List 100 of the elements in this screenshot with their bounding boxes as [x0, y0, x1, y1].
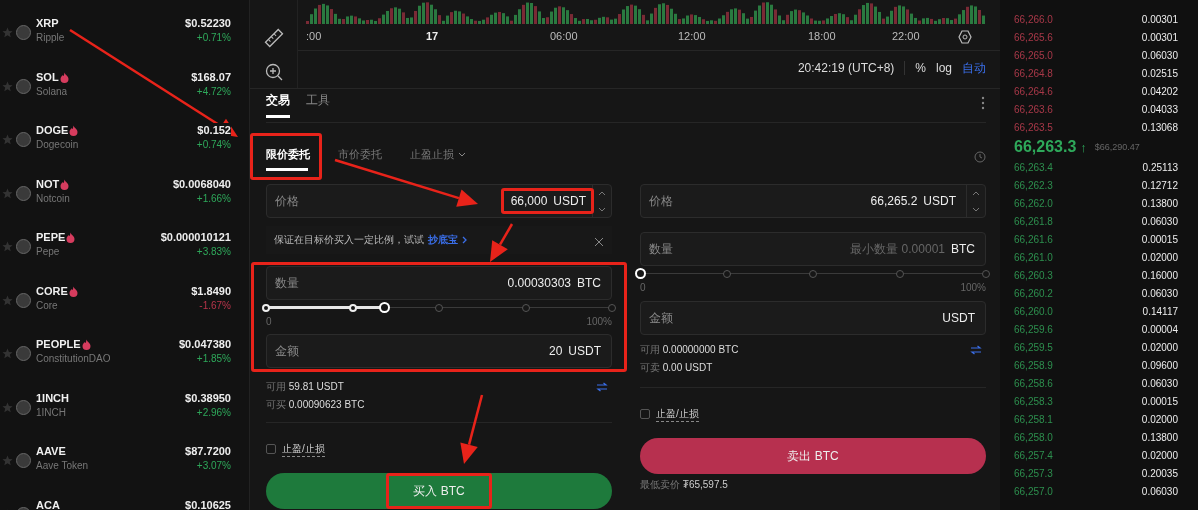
bid-price: 66,258.0 — [1014, 431, 1053, 443]
close-icon[interactable] — [594, 235, 604, 245]
ask-price: 66,265.0 — [1014, 49, 1053, 61]
coin-symbol: ACA — [36, 497, 60, 510]
quantity-input[interactable]: 最小数量 0.00001 — [815, 242, 945, 256]
ask-price: 66,266.0 — [1014, 13, 1053, 25]
checkbox[interactable] — [266, 444, 276, 454]
slider-step-dot[interactable] — [895, 270, 904, 278]
star-icon[interactable] — [2, 294, 13, 306]
price-change: +0.74% — [196, 138, 231, 152]
checkbox[interactable] — [640, 409, 650, 419]
slider-track[interactable] — [260, 302, 618, 314]
bid-price: 66,258.3 — [1014, 395, 1053, 407]
ask-price: 66,265.6 — [1014, 31, 1053, 43]
sell-button[interactable]: 卖出 BTC — [640, 438, 986, 474]
bid-price: 66,261.8 — [1014, 215, 1053, 227]
time-axis-label: 18:00 — [808, 30, 836, 42]
order-type-tab[interactable]: 限价委托 — [250, 133, 322, 180]
slider-max-label: 100% — [586, 316, 612, 328]
more-icon[interactable] — [980, 96, 986, 110]
price-change: +3.07% — [196, 459, 231, 473]
price-value: 66,265.2 — [870, 194, 918, 208]
slider-thumb[interactable] — [635, 268, 646, 279]
star-icon[interactable] — [2, 134, 13, 145]
balance-value: 0.00 USDT — [662, 361, 713, 375]
coin-icon — [16, 25, 31, 40]
coin-symbol: PEPE — [36, 230, 66, 245]
star-icon[interactable] — [2, 27, 13, 38]
zoom-in-icon[interactable] — [263, 62, 284, 82]
quantity-field[interactable]: 数量 0.00030303 BTC — [266, 266, 612, 300]
slider-thumb[interactable] — [378, 302, 390, 313]
ask-price: 66,263.5 — [1014, 121, 1053, 133]
chart-clock: 20:42:19 (UTC+8) — [797, 61, 906, 75]
scale-button[interactable]: log — [936, 61, 952, 75]
slider-step-dot[interactable] — [521, 304, 530, 312]
price-change: +1.66% — [196, 191, 231, 206]
index-price: $66,290.47 — [1094, 142, 1140, 152]
time-axis-label: 17 — [426, 30, 439, 42]
order-type-tab[interactable]: 止盈止损 — [394, 133, 478, 180]
field-label: 金额 — [649, 309, 674, 327]
tp-sl-label: 止盈/止损 — [282, 441, 325, 457]
coin-symbol: PEOPLE — [36, 337, 81, 352]
price-direction-arrow: ↑ — [1080, 139, 1087, 155]
price-change: -1.67% — [199, 298, 231, 313]
hexagon-icon[interactable] — [958, 30, 972, 44]
ask-amount: 0.06030 — [1141, 49, 1178, 61]
bid-price: 66,258.9 — [1014, 359, 1053, 371]
bid-price: 66,262.3 — [1014, 179, 1053, 191]
star-icon[interactable] — [2, 80, 13, 92]
ask-amount: 0.02515 — [1141, 67, 1178, 79]
bid-amount: 0.13800 — [1141, 431, 1178, 443]
slider-step-dot[interactable] — [608, 304, 616, 312]
slider-step-dot[interactable] — [809, 270, 817, 278]
amount-field[interactable]: 金额 20 USDT — [266, 334, 612, 368]
swap-icon[interactable] — [970, 345, 982, 355]
caret-down-icon — [972, 206, 980, 212]
coin-icon — [16, 185, 31, 201]
price-field[interactable]: 价格 66,265.2 USDT — [640, 184, 986, 218]
unit-label: USDT — [923, 194, 956, 208]
coin-symbol: DOGE — [36, 123, 69, 138]
price-change: +1.85% — [196, 352, 231, 366]
tab[interactable]: 工具 — [306, 92, 330, 122]
price-change: +3.83% — [196, 245, 231, 259]
slider-track[interactable] — [634, 268, 992, 280]
coin-name: Core — [36, 298, 59, 313]
star-icon[interactable] — [2, 348, 13, 359]
amount-field[interactable]: 金额 USDT — [640, 301, 986, 335]
slider-step-dot[interactable] — [722, 270, 731, 278]
coin-icon — [16, 292, 31, 308]
scale-button[interactable]: % — [915, 61, 926, 75]
slider-step-dot[interactable] — [435, 304, 443, 312]
bid-amount: 0.00004 — [1141, 323, 1178, 335]
caret-up-icon — [598, 190, 606, 196]
order-type-tab[interactable]: 市价委托 — [322, 133, 394, 180]
ask-amount: 0.04033 — [1141, 103, 1178, 115]
slider-step-dot[interactable] — [982, 270, 990, 278]
clock-icon[interactable] — [974, 150, 986, 163]
coin-symbol: SOL — [36, 69, 59, 85]
balance-label: 可买 — [266, 398, 286, 412]
bid-price: 66,261.6 — [1014, 233, 1053, 245]
coin-name: ConstitutionDAO — [36, 352, 112, 366]
price-field[interactable]: 价格 66,000 USDT — [266, 184, 612, 218]
star-icon[interactable] — [2, 187, 13, 199]
star-icon[interactable] — [2, 241, 13, 252]
field-label: 数量 — [275, 274, 300, 292]
tip-link[interactable]: 抄底宝 — [428, 233, 458, 247]
ruler-icon[interactable] — [263, 28, 284, 48]
star-icon[interactable] — [2, 455, 13, 466]
coin-symbol: 1INCH — [36, 390, 69, 406]
ask-amount: 0.00301 — [1141, 13, 1178, 25]
bid-amount: 0.02000 — [1141, 449, 1178, 461]
swap-icon[interactable] — [596, 382, 608, 392]
quantity-field[interactable]: 数量 最小数量 0.00001 BTC — [640, 232, 986, 266]
scale-button[interactable]: 自动 — [962, 59, 986, 77]
buy-button[interactable]: 买入 BTC — [266, 473, 612, 509]
coin-price: $0.000010121 — [160, 230, 231, 245]
tab[interactable]: 交易 — [266, 92, 290, 122]
star-icon[interactable] — [2, 401, 13, 413]
time-axis-label: 06:00 — [550, 30, 578, 42]
coin-symbol: CORE — [36, 283, 68, 299]
